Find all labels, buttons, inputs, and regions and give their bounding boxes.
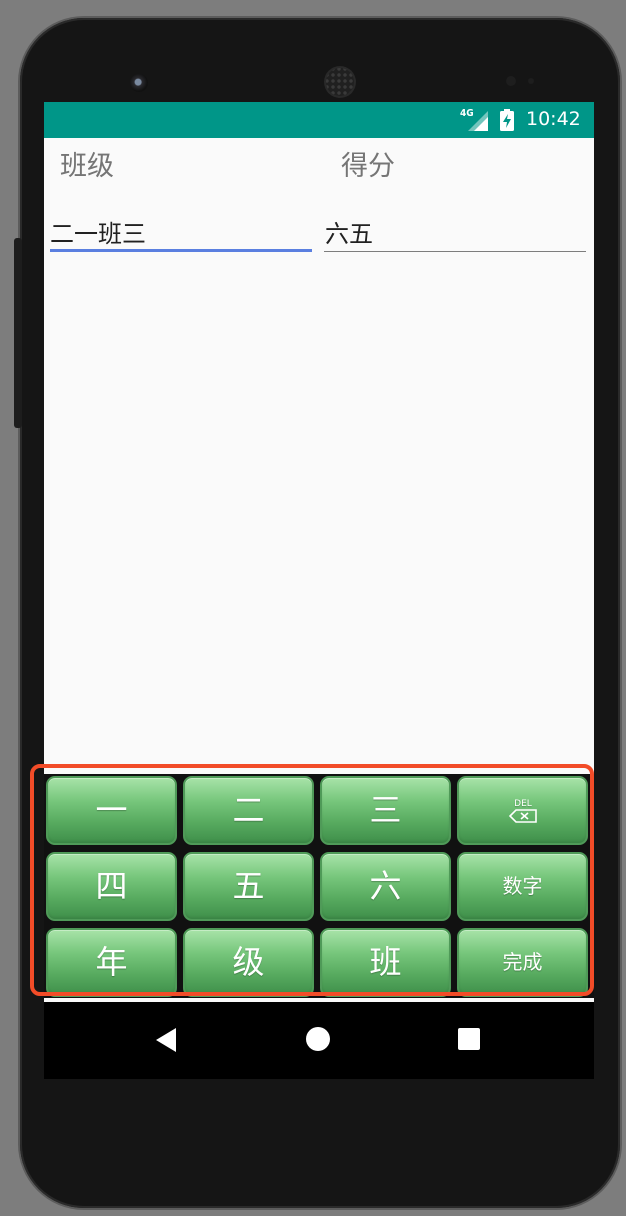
key-two[interactable]: 二 bbox=[183, 776, 314, 845]
key-five[interactable]: 五 bbox=[183, 852, 314, 921]
score-label: 得分 bbox=[341, 151, 395, 182]
battery-charging-icon bbox=[500, 109, 514, 131]
status-bar: 4G 10:42 bbox=[44, 102, 594, 138]
key-one[interactable]: 一 bbox=[46, 776, 177, 845]
key-delete[interactable]: DEL bbox=[457, 776, 588, 845]
score-input[interactable]: 六五 bbox=[324, 210, 586, 252]
proximity-sensor-icon bbox=[506, 76, 516, 86]
delete-key-text: DEL bbox=[514, 799, 532, 809]
light-sensor-icon bbox=[528, 78, 534, 84]
class-input-value: 二一班三 bbox=[50, 220, 146, 248]
key-grade[interactable]: 年 bbox=[46, 928, 177, 997]
home-icon[interactable] bbox=[306, 1027, 330, 1051]
backspace-icon: DEL bbox=[508, 799, 537, 823]
status-time: 10:42 bbox=[526, 108, 581, 130]
volume-button bbox=[14, 238, 22, 428]
navigation-bar bbox=[44, 1002, 594, 1079]
key-done[interactable]: 完成 bbox=[457, 928, 588, 997]
back-icon[interactable] bbox=[154, 1026, 178, 1054]
class-label: 班级 bbox=[60, 151, 114, 182]
key-level[interactable]: 级 bbox=[183, 928, 314, 997]
app-screen: 4G 10:42 班级 得分 二一班三 六五 一 二 三 DEL 四 五 六 数… bbox=[44, 102, 594, 1079]
key-three[interactable]: 三 bbox=[320, 776, 451, 845]
score-input-value: 六五 bbox=[325, 220, 373, 248]
key-four[interactable]: 四 bbox=[46, 852, 177, 921]
earpiece-speaker-icon bbox=[324, 66, 356, 98]
custom-keyboard: 一 二 三 DEL 四 五 六 数字 年 级 班 完成 bbox=[44, 774, 594, 998]
key-numeric[interactable]: 数字 bbox=[457, 852, 588, 921]
class-input[interactable]: 二一班三 bbox=[50, 210, 312, 252]
front-camera-icon bbox=[130, 74, 148, 92]
recents-icon[interactable] bbox=[458, 1028, 480, 1050]
key-class[interactable]: 班 bbox=[320, 928, 451, 997]
key-six[interactable]: 六 bbox=[320, 852, 451, 921]
signal-icon bbox=[468, 111, 488, 131]
